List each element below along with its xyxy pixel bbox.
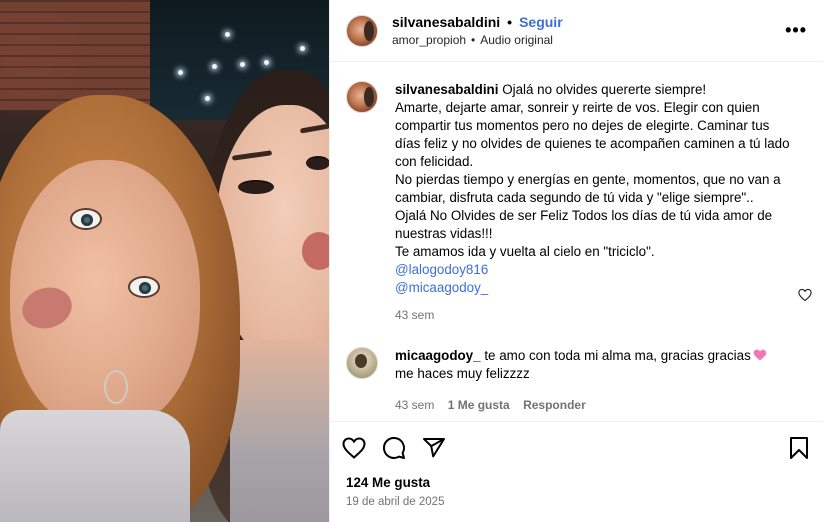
- post-details-panel: silvanesabaldini • Seguir amor_propioh •…: [329, 0, 823, 522]
- separator-dot: •: [471, 33, 476, 47]
- follow-button[interactable]: Seguir: [519, 14, 563, 30]
- eye: [128, 276, 160, 298]
- post-date[interactable]: 19 de abril de 2025: [346, 496, 823, 508]
- string-light: [205, 96, 210, 101]
- header-text: silvanesabaldini • Seguir amor_propioh •…: [392, 14, 563, 47]
- caption-username[interactable]: silvanesabaldini: [395, 82, 498, 97]
- person-left-shirt: [0, 410, 190, 522]
- action-bar: [330, 422, 823, 460]
- caption-body: silvanesabaldini Ojalá no olvides querer…: [395, 81, 795, 324]
- string-light: [300, 46, 305, 51]
- caption-timestamp[interactable]: 43 sem: [395, 308, 434, 322]
- comment-text: te amo con toda mi alma ma, gracias grac…: [484, 348, 751, 363]
- post-caption: silvanesabaldini Ojalá no olvides querer…: [346, 81, 807, 324]
- string-light: [264, 60, 269, 65]
- avatar[interactable]: [346, 14, 378, 47]
- mention-link[interactable]: @micaagodoy_: [395, 279, 795, 297]
- person-right-neck: [230, 340, 329, 522]
- comment-username[interactable]: micaagodoy_: [395, 348, 481, 363]
- comment-meta: 43 sem 1 Me gusta Responder: [395, 396, 785, 414]
- post-header: silvanesabaldini • Seguir amor_propioh •…: [330, 0, 823, 62]
- post-photo[interactable]: [0, 0, 329, 522]
- string-light: [178, 70, 183, 75]
- audio-label[interactable]: Audio original: [480, 33, 553, 47]
- share-icon[interactable]: [422, 436, 446, 460]
- eye: [238, 180, 274, 194]
- string-light: [240, 62, 245, 67]
- comment-body: micaagodoy_ te amo con toda mi alma ma, …: [395, 347, 785, 414]
- caption-text: Ojalá no olvides quererte siempre! Amart…: [395, 82, 790, 259]
- post-actions: 124 Me gusta 19 de abril de 2025: [330, 421, 823, 522]
- comment-icon[interactable]: [382, 436, 406, 460]
- pink-heart-emoji-icon: [753, 349, 767, 361]
- mention-link[interactable]: @lalogodoy816: [395, 261, 795, 279]
- reply-button[interactable]: Responder: [523, 398, 586, 412]
- avatar[interactable]: [346, 81, 378, 113]
- eye: [306, 156, 329, 170]
- separator-dot: •: [507, 14, 513, 30]
- comment-timestamp[interactable]: 43 sem: [395, 398, 434, 412]
- comments-section: silvanesabaldini Ojalá no olvides querer…: [330, 63, 823, 421]
- likes-count[interactable]: 124 Me gusta: [346, 475, 823, 490]
- bookmark-icon[interactable]: [787, 436, 811, 460]
- avatar[interactable]: [346, 347, 378, 379]
- eye: [70, 208, 102, 230]
- more-options-icon[interactable]: •••: [785, 20, 807, 41]
- earring: [104, 370, 128, 404]
- heart-small-icon[interactable]: [798, 288, 812, 302]
- author-username[interactable]: silvanesabaldini: [392, 14, 500, 30]
- comment-likes[interactable]: 1 Me gusta: [448, 398, 510, 412]
- comment-item: micaagodoy_ te amo con toda mi alma ma, …: [346, 347, 807, 414]
- string-light: [212, 64, 217, 69]
- heart-icon[interactable]: [342, 436, 366, 460]
- audio-username[interactable]: amor_propioh: [392, 33, 466, 47]
- brick-wall-background: [0, 0, 150, 110]
- caption-meta: 43 sem: [395, 306, 795, 324]
- post-modal: silvanesabaldini • Seguir amor_propioh •…: [0, 0, 823, 522]
- header-line-user: silvanesabaldini • Seguir: [392, 14, 563, 30]
- lips: [302, 232, 329, 270]
- header-line-audio: amor_propioh • Audio original: [392, 33, 563, 47]
- string-light: [225, 32, 230, 37]
- comment-text-line-2: me haces muy felizzzz: [395, 366, 530, 381]
